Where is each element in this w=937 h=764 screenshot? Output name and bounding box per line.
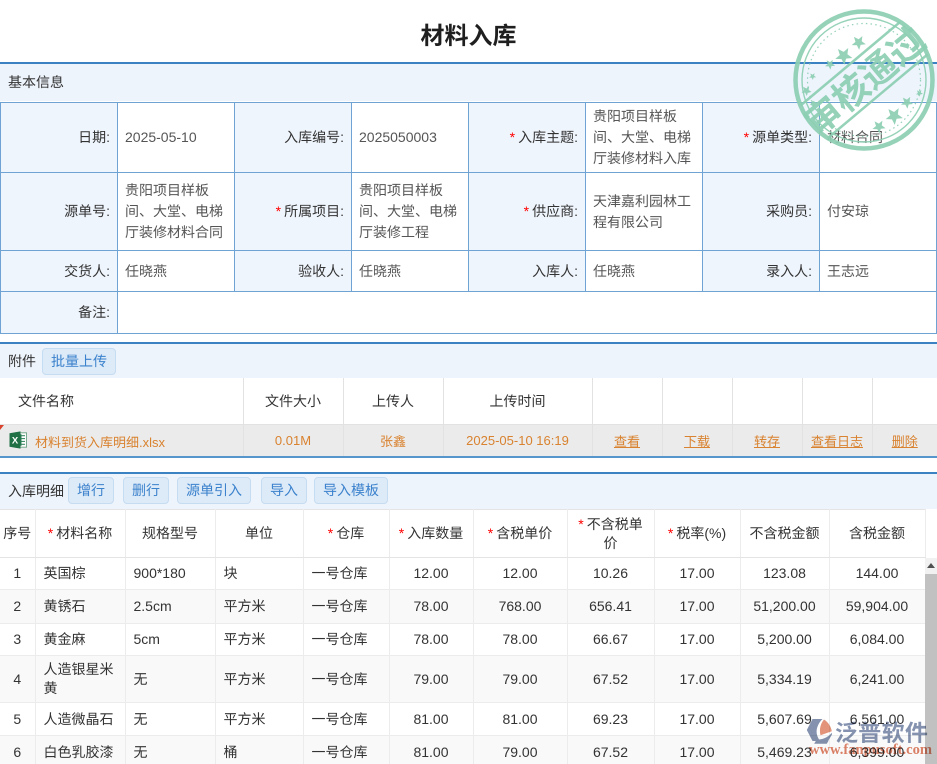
svg-text:审核通过: 审核通过 bbox=[797, 19, 934, 143]
svg-text:X: X bbox=[12, 436, 19, 447]
svg-text:www.fanpusoft.com: www.fanpusoft.com bbox=[809, 742, 932, 758]
